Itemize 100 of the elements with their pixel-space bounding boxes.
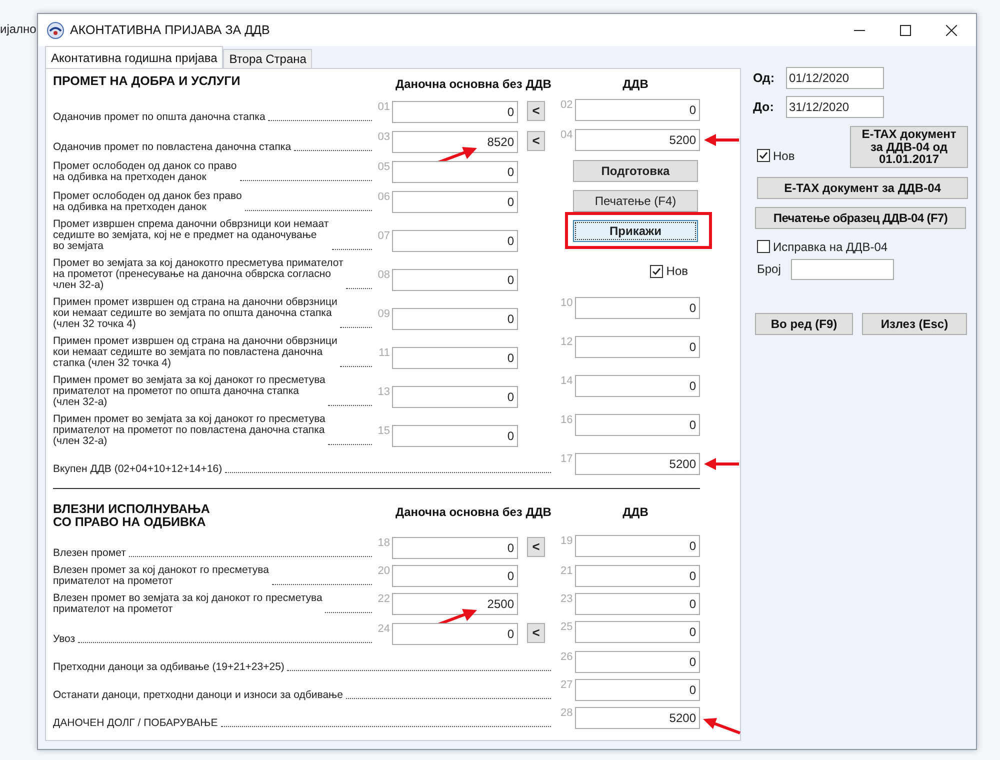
checkbox-label: Нов bbox=[773, 148, 795, 164]
line-number: 06 bbox=[376, 191, 391, 204]
desktop-label: ијално bbox=[0, 22, 36, 36]
checkbox[interactable] bbox=[650, 264, 664, 278]
column-header: Даночна основна без ДДВ bbox=[394, 504, 552, 521]
action-button[interactable]: Прикажи bbox=[573, 220, 698, 242]
input-field[interactable]: 0 bbox=[574, 336, 700, 358]
copy-button[interactable]: < bbox=[527, 101, 545, 121]
row-label: Примен промет извршен од страна на даночни обврзници кои немаат седиште во земјата по повластена даночна стапка (член 32 точка 4) bbox=[53, 336, 338, 369]
print-form-button[interactable]: Печатење образец ДДВ-04 (F7) bbox=[755, 206, 966, 228]
line-number: 09 bbox=[376, 308, 391, 321]
line-number: 15 bbox=[376, 425, 391, 438]
line-number: 04 bbox=[560, 129, 574, 142]
copy-button[interactable]: < bbox=[527, 131, 545, 151]
input-field[interactable]: 0 bbox=[574, 414, 700, 436]
input-field[interactable]: 5200 bbox=[574, 129, 700, 151]
input-field[interactable]: 0 bbox=[392, 191, 518, 213]
row-label: Увоз bbox=[53, 634, 76, 645]
input-field[interactable]: 0 bbox=[574, 593, 700, 615]
window-title: АКОНТАТИВНА ПРИЈАВА ЗА ДДВ bbox=[70, 22, 270, 39]
tab[interactable]: Аконтативна годишна пријава bbox=[45, 46, 224, 68]
line-number: 03 bbox=[376, 131, 391, 144]
column-header: Даночна основна без ДДВ bbox=[394, 76, 552, 93]
input-field[interactable]: 0 bbox=[574, 565, 700, 587]
line-number: 12 bbox=[560, 336, 574, 349]
action-button[interactable]: Подготовка bbox=[573, 160, 698, 182]
line-number: 05 bbox=[376, 161, 391, 174]
copy-button[interactable]: < bbox=[527, 623, 545, 643]
row-label: Влезен промет за кој данокот го пресметува примателот на прометот bbox=[53, 565, 269, 587]
input-field[interactable]: 0 bbox=[392, 386, 518, 408]
checkbox[interactable] bbox=[757, 149, 770, 162]
line-number: 13 bbox=[376, 386, 391, 399]
input-field[interactable]: 0 bbox=[392, 347, 518, 369]
line-number: 28 bbox=[560, 707, 574, 720]
input-field[interactable]: 5200 bbox=[574, 707, 700, 729]
input-field[interactable]: 0 bbox=[574, 535, 700, 557]
row-label: Примен промет извршен од страна на даночни обврзници кои немаат седиште во земјата по општа даночна стапка (член 32 точка 4) bbox=[53, 297, 338, 330]
row-label: Влезен промет bbox=[53, 548, 126, 559]
date-field[interactable]: 31/12/2020 bbox=[786, 96, 884, 118]
column-header: ДДВ bbox=[622, 504, 650, 521]
line-number: 08 bbox=[376, 269, 391, 282]
input-field[interactable]: 0 bbox=[574, 651, 700, 673]
line-number: 24 bbox=[376, 623, 391, 636]
input-field[interactable]: 8520 bbox=[392, 131, 518, 153]
checkmark-icon bbox=[652, 266, 662, 276]
input-field[interactable]: 2500 bbox=[392, 593, 518, 615]
line-number: 21 bbox=[560, 565, 574, 578]
tab[interactable]: Втора Страна bbox=[223, 49, 312, 68]
maximize-icon bbox=[900, 24, 910, 36]
copy-button[interactable]: < bbox=[527, 537, 545, 557]
line-number: 14 bbox=[560, 375, 574, 388]
input-field[interactable]: 0 bbox=[574, 99, 700, 121]
column-header: ДДВ bbox=[622, 76, 650, 93]
etax-button[interactable]: E-TAX документ за ДДВ-04 bbox=[757, 176, 968, 198]
row-label: Промет ослободен од данок со право на одбивка на претходен данок bbox=[53, 161, 237, 183]
input-field[interactable]: 0 bbox=[574, 621, 700, 643]
line-number: 17 bbox=[560, 453, 574, 466]
input-field[interactable]: 0 bbox=[392, 537, 518, 559]
row-label: Промет ослободен од данок без право на одбивка на претходен данок bbox=[53, 191, 242, 213]
line-number: 07 bbox=[376, 230, 391, 243]
action-button[interactable]: Печатење (F4) bbox=[573, 190, 698, 212]
line-number: 25 bbox=[560, 621, 574, 634]
input-field[interactable] bbox=[790, 258, 894, 280]
row-label: Претходни даноци за одбивање (19+21+23+25) bbox=[53, 662, 284, 673]
etax-2017-button[interactable]: E-TAX документ за ДДВ-04 од 01.01.2017 bbox=[850, 126, 968, 168]
row-label: Вкупен ДДВ (02+04+10+12+14+16) bbox=[53, 464, 222, 475]
input-field[interactable]: 0 bbox=[574, 297, 700, 319]
input-field[interactable]: 0 bbox=[392, 425, 518, 447]
row-label: Оданочив промет по општа даночна стапка bbox=[53, 112, 266, 123]
input-field[interactable]: 0 bbox=[574, 375, 700, 397]
line-number: 22 bbox=[376, 593, 391, 606]
app-logo-icon bbox=[47, 22, 64, 38]
line-number: 26 bbox=[560, 651, 574, 664]
row-label: Примен промет во земјата за кој данокот го пресметува примателот на прометот по општа даночна стапка (член 32-а) bbox=[53, 375, 326, 408]
input-field[interactable]: 0 bbox=[392, 230, 518, 252]
dialog-button[interactable]: Излез (Esc) bbox=[862, 312, 967, 334]
input-field[interactable]: 0 bbox=[392, 269, 518, 291]
line-number: 10 bbox=[560, 297, 574, 310]
dialog-button[interactable]: Во ред (F9) bbox=[755, 312, 853, 334]
line-number: 18 bbox=[376, 537, 391, 550]
line-number: 16 bbox=[560, 414, 574, 427]
checkbox[interactable] bbox=[757, 240, 770, 253]
input-field[interactable]: 5200 bbox=[574, 453, 700, 475]
row-label: Промет извршен спрема даночни обврзници кои немаат седиште во земјата, кој не е предмет на оданочување во земјата bbox=[53, 219, 329, 252]
line-number: 19 bbox=[560, 535, 574, 548]
input-field[interactable]: 0 bbox=[392, 623, 518, 645]
checkbox-label: Нов bbox=[666, 263, 688, 280]
input-field[interactable]: 0 bbox=[574, 679, 700, 701]
input-field[interactable]: 0 bbox=[392, 101, 518, 123]
date-field[interactable]: 01/12/2020 bbox=[786, 67, 884, 89]
line-number: 11 bbox=[378, 347, 391, 360]
row-label: Промет во земјата за кој данокотго пресметува примателот на прометот (пренесување на даночна обврска согласно член 32-а) bbox=[53, 258, 344, 291]
row-label: Влезен промет во земјата за кој данокот го пресметува примателот на прометот bbox=[53, 593, 322, 615]
input-field[interactable]: 0 bbox=[392, 565, 518, 587]
field-label: До: bbox=[753, 98, 775, 116]
input-field[interactable]: 0 bbox=[392, 308, 518, 330]
row-label: Останати даноци, претходни даноци и износи за одбивање bbox=[53, 690, 343, 701]
input-field[interactable]: 0 bbox=[392, 161, 518, 183]
checkbox-label: Исправка на ДДВ-04 bbox=[773, 238, 888, 256]
line-number: 20 bbox=[376, 565, 391, 578]
